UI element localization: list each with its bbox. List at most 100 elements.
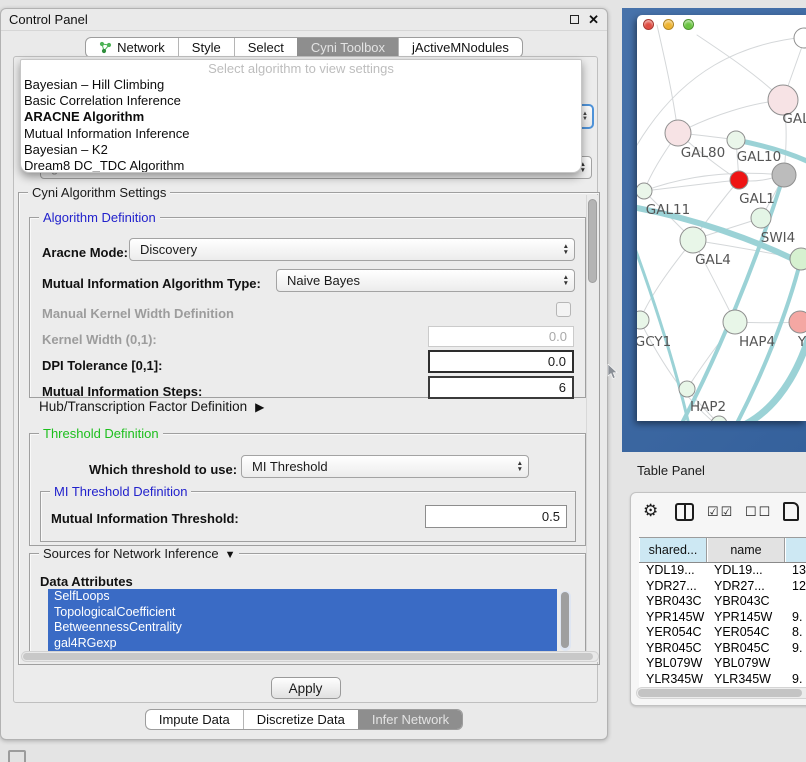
algorithm-option[interactable]: ARACNE Algorithm xyxy=(21,109,581,125)
tab-impute-data[interactable]: Impute Data xyxy=(146,710,243,729)
tab-select[interactable]: Select xyxy=(234,38,297,57)
network-node[interactable] xyxy=(637,311,649,329)
data-attribute-item[interactable]: TopologicalCoefficient xyxy=(48,605,557,621)
tab-cyni-toolbox[interactable]: Cyni Toolbox xyxy=(297,38,398,57)
scrollbar-thumb[interactable] xyxy=(638,689,802,697)
mi-type-combo[interactable]: Naive Bayes xyxy=(276,269,575,292)
scrollbar-thumb[interactable] xyxy=(588,199,597,283)
combo-stepper-icon xyxy=(563,241,569,258)
table-row[interactable]: YBR043CYBR043C xyxy=(639,594,806,610)
table-doc-icon[interactable] xyxy=(783,502,799,521)
network-node[interactable] xyxy=(794,28,806,48)
control-panel-window: Control Panel NetworkStyleSelectCyni Too… xyxy=(0,8,608,740)
network-node[interactable] xyxy=(711,416,727,421)
table-row[interactable]: YDL19...YDL19...13 xyxy=(639,563,806,579)
table-panel-card: shared...name YDL19...YDL19...13YDR27...… xyxy=(630,492,806,706)
table-row[interactable]: YBR045CYBR045C9. xyxy=(639,641,806,657)
table-horizontal-scrollbar[interactable] xyxy=(636,687,806,699)
node-label: GAL1 xyxy=(739,191,775,207)
table-cell: YLR345W xyxy=(707,672,785,688)
close-window-icon[interactable] xyxy=(588,15,599,24)
checked-boxes-icon[interactable] xyxy=(707,504,734,520)
column-header[interactable]: name xyxy=(707,538,785,562)
which-threshold-combo[interactable]: MI Threshold xyxy=(241,455,529,478)
settings-horizontal-scrollbar[interactable] xyxy=(21,651,599,662)
network-node[interactable] xyxy=(772,163,796,187)
kernel-width-field[interactable]: 0.0 xyxy=(428,326,574,347)
combo-stepper-icon xyxy=(563,272,569,289)
network-edge[interactable] xyxy=(640,240,693,320)
settings-vertical-scrollbar[interactable] xyxy=(586,195,598,662)
dpi-tolerance-label: DPI Tolerance [0,1]: xyxy=(42,358,162,373)
network-edge[interactable] xyxy=(657,25,678,133)
data-attribute-item[interactable]: BetweennessCentrality xyxy=(48,620,557,636)
gear-icon[interactable] xyxy=(643,501,658,521)
tab-style[interactable]: Style xyxy=(178,38,234,57)
tab-infer-network[interactable]: Infer Network xyxy=(358,710,462,729)
unchecked-boxes-icon[interactable] xyxy=(745,504,772,520)
float-window-icon[interactable] xyxy=(570,15,579,24)
close-light[interactable] xyxy=(643,19,654,30)
aracne-mode-value: Discovery xyxy=(140,242,197,257)
manual-kernel-checkbox[interactable] xyxy=(556,302,571,317)
hub-definition-expander[interactable]: Hub/Transcription Factor Definition xyxy=(39,399,264,414)
table-row[interactable]: YDR27...YDR27...12 xyxy=(639,579,806,595)
scrollbar-thumb[interactable] xyxy=(561,592,569,648)
network-canvas[interactable]: GALGAL80GAL10GAL11GAL1GAL4SWI4GCY1HAP4YH… xyxy=(637,15,806,421)
network-node[interactable] xyxy=(730,171,748,189)
tab-network[interactable]: Network xyxy=(86,38,178,57)
algorithm-option[interactable]: Bayesian – Hill Climbing xyxy=(21,77,581,93)
sources-group-title[interactable]: Sources for Network Inference xyxy=(39,546,239,561)
algorithm-option[interactable]: Bayesian – K2 xyxy=(21,142,581,158)
tab-label: Impute Data xyxy=(159,712,230,727)
tab-label: Infer Network xyxy=(372,712,449,727)
network-edge[interactable] xyxy=(644,180,739,191)
network-edge[interactable] xyxy=(678,100,783,133)
split-columns-icon[interactable] xyxy=(675,503,694,521)
mi-steps-field[interactable]: 6 xyxy=(428,376,574,399)
which-threshold-value: MI Threshold xyxy=(252,459,328,474)
column-header[interactable]: shared... xyxy=(639,538,707,562)
algorithm-option[interactable]: Basic Correlation Inference xyxy=(21,93,581,109)
network-node[interactable] xyxy=(789,311,806,333)
table-cell: YPR145W xyxy=(707,610,785,626)
table-row[interactable]: YER054CYER054C8. xyxy=(639,625,806,641)
zoom-light[interactable] xyxy=(683,19,694,30)
apply-button[interactable]: Apply xyxy=(271,677,341,699)
network-desktop: GALGAL80GAL10GAL11GAL1GAL4SWI4GCY1HAP4YH… xyxy=(622,8,806,452)
data-attribute-item[interactable]: gal4RGexp xyxy=(48,636,557,652)
aracne-mode-combo[interactable]: Discovery xyxy=(129,238,575,261)
network-node[interactable] xyxy=(723,310,747,334)
data-attribute-item[interactable]: SelfLoops xyxy=(48,589,557,605)
network-node[interactable] xyxy=(751,208,771,228)
which-threshold-label: Which threshold to use: xyxy=(89,462,237,477)
network-node[interactable] xyxy=(727,131,745,149)
scrollbar-thumb[interactable] xyxy=(23,653,593,660)
column-header[interactable] xyxy=(785,538,806,562)
network-node[interactable] xyxy=(679,381,695,397)
network-node[interactable] xyxy=(680,227,706,253)
algorithm-option[interactable]: Mutual Information Inference xyxy=(21,126,581,142)
tab-discretize-data[interactable]: Discretize Data xyxy=(243,710,358,729)
table-row[interactable]: YPR145WYPR145W9. xyxy=(639,610,806,626)
network-view-window[interactable]: GALGAL80GAL10GAL11GAL1GAL4SWI4GCY1HAP4YH… xyxy=(637,15,806,421)
table-cell: 9. xyxy=(785,610,806,626)
dpi-tolerance-field[interactable]: 0.0 xyxy=(428,350,574,373)
tab-jactivemnodules[interactable]: jActiveMNodules xyxy=(398,38,522,57)
network-node[interactable] xyxy=(665,120,691,146)
table-header-row: shared...name xyxy=(639,537,806,563)
manual-kernel-label: Manual Kernel Width Definition xyxy=(42,306,234,321)
node-label: GAL80 xyxy=(681,145,725,161)
mi-threshold-field[interactable]: 0.5 xyxy=(425,505,567,528)
minimize-light[interactable] xyxy=(663,19,674,30)
node-label: GAL10 xyxy=(737,149,781,165)
network-node[interactable] xyxy=(637,183,652,199)
attributes-scrollbar[interactable] xyxy=(560,591,571,651)
table-row[interactable]: YBL079WYBL079W xyxy=(639,656,806,672)
network-node[interactable] xyxy=(790,248,806,270)
algorithm-option[interactable]: Dream8 DC_TDC Algorithm xyxy=(21,158,581,173)
control-panel-tabs: NetworkStyleSelectCyni ToolboxjActiveMNo… xyxy=(85,37,523,58)
dock-panel-icon[interactable] xyxy=(8,750,26,762)
table-row[interactable]: YLR345WYLR345W9. xyxy=(639,672,806,688)
node-label: GAL4 xyxy=(695,252,731,268)
